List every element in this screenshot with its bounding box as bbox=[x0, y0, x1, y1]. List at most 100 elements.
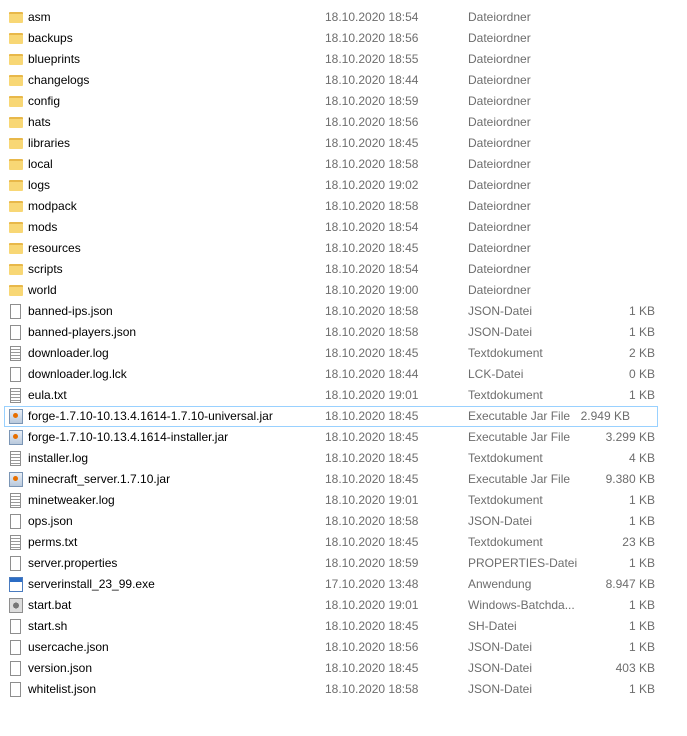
file-name: start.bat bbox=[28, 598, 72, 612]
file-date: 18.10.2020 18:56 bbox=[325, 640, 419, 654]
file-row[interactable]: forge-1.7.10-10.13.4.1614-1.7.10-univers… bbox=[4, 406, 658, 427]
file-name: downloader.log.lck bbox=[28, 367, 127, 381]
file-row[interactable]: banned-ips.json 18.10.2020 18:58 JSON-Da… bbox=[0, 301, 687, 322]
file-date: 18.10.2020 18:58 bbox=[325, 514, 419, 528]
file-row[interactable]: start.sh 18.10.2020 18:45 SH-Datei 1 KB bbox=[0, 616, 687, 637]
file-row[interactable]: hats 18.10.2020 18:56 Dateiordner bbox=[0, 112, 687, 133]
file-icon bbox=[10, 325, 21, 340]
file-row[interactable]: installer.log 18.10.2020 18:45 Textdokum… bbox=[0, 448, 687, 469]
file-row[interactable]: ops.json 18.10.2020 18:58 JSON-Datei 1 K… bbox=[0, 511, 687, 532]
file-row[interactable]: eula.txt 18.10.2020 19:01 Textdokument 1… bbox=[0, 385, 687, 406]
file-row[interactable]: server.properties 18.10.2020 18:59 PROPE… bbox=[0, 553, 687, 574]
file-row[interactable]: version.json 18.10.2020 18:45 JSON-Datei… bbox=[0, 658, 687, 679]
file-row[interactable]: config 18.10.2020 18:59 Dateiordner bbox=[0, 91, 687, 112]
file-type: Dateiordner bbox=[468, 178, 531, 192]
file-type: Dateiordner bbox=[468, 10, 531, 24]
file-row[interactable]: changelogs 18.10.2020 18:44 Dateiordner bbox=[0, 70, 687, 91]
file-row[interactable]: banned-players.json 18.10.2020 18:58 JSO… bbox=[0, 322, 687, 343]
file-date: 18.10.2020 18:54 bbox=[325, 10, 419, 24]
file-type: Dateiordner bbox=[468, 241, 531, 255]
file-date: 18.10.2020 18:44 bbox=[325, 367, 419, 381]
file-icon bbox=[10, 304, 21, 319]
file-date: 18.10.2020 18:56 bbox=[325, 31, 419, 45]
file-date: 18.10.2020 18:45 bbox=[325, 346, 419, 360]
file-row[interactable]: start.bat 18.10.2020 19:01 Windows-Batch… bbox=[0, 595, 687, 616]
file-row[interactable]: serverinstall_23_99.exe 17.10.2020 13:48… bbox=[0, 574, 687, 595]
file-date: 18.10.2020 18:55 bbox=[325, 52, 419, 66]
file-date: 18.10.2020 18:58 bbox=[325, 304, 419, 318]
file-icon bbox=[10, 367, 21, 382]
file-type: PROPERTIES-Datei bbox=[468, 556, 578, 570]
file-row[interactable]: modpack 18.10.2020 18:58 Dateiordner bbox=[0, 196, 687, 217]
file-date: 18.10.2020 18:45 bbox=[325, 619, 419, 633]
file-name: banned-ips.json bbox=[28, 304, 113, 318]
file-row[interactable]: minetweaker.log 18.10.2020 19:01 Textdok… bbox=[0, 490, 687, 511]
file-row[interactable]: forge-1.7.10-10.13.4.1614-installer.jar … bbox=[0, 427, 687, 448]
file-row[interactable]: downloader.log.lck 18.10.2020 18:44 LCK-… bbox=[0, 364, 687, 385]
file-row[interactable]: perms.txt 18.10.2020 18:45 Textdokument … bbox=[0, 532, 687, 553]
file-size: 3.299 KB bbox=[605, 430, 655, 444]
file-row[interactable]: world 18.10.2020 19:00 Dateiordner bbox=[0, 280, 687, 301]
file-name: forge-1.7.10-10.13.4.1614-installer.jar bbox=[28, 430, 229, 444]
file-row[interactable]: blueprints 18.10.2020 18:55 Dateiordner bbox=[0, 49, 687, 70]
folder-icon bbox=[9, 180, 23, 191]
file-date: 18.10.2020 19:00 bbox=[325, 283, 419, 297]
file-type: JSON-Datei bbox=[468, 304, 533, 318]
file-type: Dateiordner bbox=[468, 220, 531, 234]
file-name: server.properties bbox=[28, 556, 118, 570]
file-name: minetweaker.log bbox=[28, 493, 115, 507]
file-name: local bbox=[28, 157, 53, 171]
folder-icon bbox=[9, 201, 23, 212]
file-type: Dateiordner bbox=[468, 52, 531, 66]
folder-icon bbox=[9, 75, 23, 86]
file-row[interactable]: backups 18.10.2020 18:56 Dateiordner bbox=[0, 28, 687, 49]
file-size: 1 KB bbox=[628, 304, 655, 318]
file-row[interactable]: whitelist.json 18.10.2020 18:58 JSON-Dat… bbox=[0, 679, 687, 700]
file-type: Dateiordner bbox=[468, 157, 531, 171]
file-name: installer.log bbox=[28, 451, 89, 465]
file-row[interactable]: local 18.10.2020 18:58 Dateiordner bbox=[0, 154, 687, 175]
file-row[interactable]: minecraft_server.1.7.10.jar 18.10.2020 1… bbox=[0, 469, 687, 490]
file-size: 0 KB bbox=[628, 367, 655, 381]
text-file-icon bbox=[10, 493, 21, 508]
file-date: 18.10.2020 19:01 bbox=[325, 598, 419, 612]
file-type: Textdokument bbox=[468, 493, 543, 507]
file-date: 18.10.2020 18:45 bbox=[325, 136, 419, 150]
file-size: 2.949 KB bbox=[580, 409, 630, 423]
file-row[interactable]: asm 18.10.2020 18:54 Dateiordner bbox=[0, 7, 687, 28]
java-jar-icon bbox=[9, 409, 23, 424]
file-row[interactable]: resources 18.10.2020 18:45 Dateiordner bbox=[0, 238, 687, 259]
file-type: Dateiordner bbox=[468, 73, 531, 87]
file-date: 18.10.2020 18:45 bbox=[325, 409, 419, 423]
file-name: forge-1.7.10-10.13.4.1614-1.7.10-univers… bbox=[28, 409, 273, 423]
file-size: 1 KB bbox=[628, 682, 655, 696]
file-date: 18.10.2020 18:54 bbox=[325, 262, 419, 276]
file-icon bbox=[10, 514, 21, 529]
file-row[interactable]: logs 18.10.2020 19:02 Dateiordner bbox=[0, 175, 687, 196]
file-size: 1 KB bbox=[628, 619, 655, 633]
file-name: scripts bbox=[28, 262, 63, 276]
file-name: libraries bbox=[28, 136, 71, 150]
file-size: 1 KB bbox=[628, 493, 655, 507]
file-name: ops.json bbox=[28, 514, 73, 528]
file-row[interactable]: downloader.log 18.10.2020 18:45 Textdoku… bbox=[0, 343, 687, 364]
file-size: 8.947 KB bbox=[605, 577, 655, 591]
file-row[interactable]: libraries 18.10.2020 18:45 Dateiordner bbox=[0, 133, 687, 154]
folder-icon bbox=[9, 12, 23, 23]
file-date: 18.10.2020 18:58 bbox=[325, 682, 419, 696]
folder-icon bbox=[9, 33, 23, 44]
java-jar-icon bbox=[9, 430, 23, 445]
file-date: 18.10.2020 18:45 bbox=[325, 535, 419, 549]
file-row[interactable]: usercache.json 18.10.2020 18:56 JSON-Dat… bbox=[0, 637, 687, 658]
file-date: 18.10.2020 18:45 bbox=[325, 472, 419, 486]
file-row[interactable]: mods 18.10.2020 18:54 Dateiordner bbox=[0, 217, 687, 238]
folder-icon bbox=[9, 54, 23, 65]
folder-icon bbox=[9, 222, 23, 233]
file-type: Textdokument bbox=[468, 451, 543, 465]
file-row[interactable]: scripts 18.10.2020 18:54 Dateiordner bbox=[0, 259, 687, 280]
file-date: 18.10.2020 18:45 bbox=[325, 451, 419, 465]
file-name: changelogs bbox=[28, 73, 90, 87]
file-type: JSON-Datei bbox=[468, 514, 533, 528]
file-date: 18.10.2020 18:56 bbox=[325, 115, 419, 129]
file-name: minecraft_server.1.7.10.jar bbox=[28, 472, 171, 486]
